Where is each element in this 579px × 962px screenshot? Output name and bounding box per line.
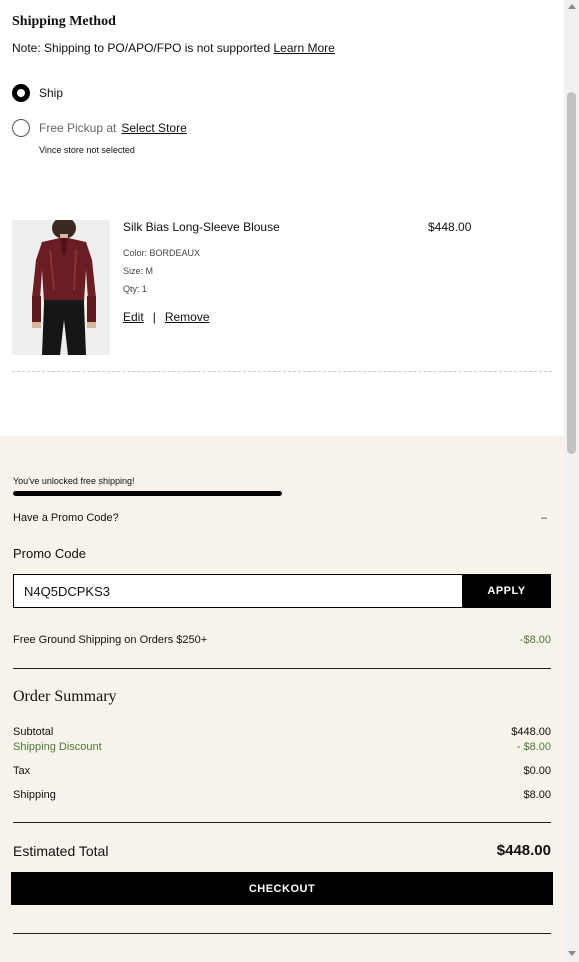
tax-row: Tax $0.00 (13, 765, 551, 777)
free-shipping-message: You've unlocked free shipping! (13, 476, 135, 486)
product-divider (12, 371, 552, 372)
product-size: Size: M (123, 266, 154, 276)
product-name[interactable]: Silk Bias Long-Sleeve Blouse (123, 220, 280, 234)
subtotal-value: $448.00 (511, 726, 551, 738)
subtotal-label: Subtotal (13, 726, 54, 738)
scroll-up-arrow-icon[interactable] (568, 4, 576, 9)
estimated-total-value: $448.00 (496, 842, 551, 859)
pickup-radio[interactable] (12, 119, 30, 137)
action-separator: | (152, 310, 156, 324)
scroll-thumb[interactable] (567, 92, 576, 454)
product-image[interactable] (12, 220, 110, 355)
ship-radio[interactable] (12, 84, 30, 102)
pickup-option-label: Free Pickup at (39, 121, 117, 135)
progress-fill (13, 491, 282, 496)
product-actions: Edit | Remove (123, 310, 210, 324)
free-shipping-progress (13, 491, 282, 496)
divider (13, 668, 551, 669)
learn-more-link[interactable]: Learn More (273, 41, 334, 55)
subtotal-row: Subtotal $448.00 (13, 726, 551, 738)
discount-value: - $8.00 (516, 741, 551, 753)
promo-code-input[interactable] (13, 574, 463, 608)
shipping-label: Shipping (13, 789, 56, 801)
tax-label: Tax (13, 765, 31, 777)
shipping-note-text: Note: Shipping to PO/APO/FPO is not supp… (12, 41, 271, 55)
discount-row: Shipping Discount - $8.00 (13, 741, 551, 753)
promo-code-label: Promo Code (13, 546, 86, 561)
apply-button[interactable]: APPLY (462, 574, 551, 608)
checkout-button[interactable]: CHECKOUT (11, 872, 553, 905)
product-color: Color: BORDEAUX (123, 248, 201, 258)
shipping-method-title: Shipping Method (12, 14, 116, 29)
divider (13, 822, 551, 823)
product-qty: Qty: 1 (123, 284, 148, 294)
applied-promo-amount: -$8.00 (519, 634, 551, 646)
collapse-minus-icon[interactable]: – (541, 512, 547, 524)
checkout-page: Shipping Method Note: Shipping to PO/APO… (0, 0, 564, 962)
applied-promo-name: Free Ground Shipping on Orders $250+ (13, 634, 208, 646)
pickup-option[interactable]: Free Pickup at Select Store (12, 119, 187, 137)
estimated-total-label: Estimated Total (13, 842, 109, 859)
ship-option-label: Ship (39, 86, 64, 100)
shipping-value: $8.00 (523, 789, 551, 801)
product-price: $448.00 (428, 220, 472, 234)
edit-link[interactable]: Edit (123, 310, 144, 324)
ship-option[interactable]: Ship (12, 84, 63, 102)
tax-value: $0.00 (523, 765, 551, 777)
vertical-scrollbar[interactable] (564, 0, 579, 962)
estimated-total-row: Estimated Total $448.00 (13, 842, 551, 859)
discount-label: Shipping Discount (13, 741, 102, 753)
shipping-note: Note: Shipping to PO/APO/FPO is not supp… (12, 41, 335, 55)
divider (13, 933, 551, 934)
store-status-note: Vince store not selected (39, 145, 135, 155)
blouse-model-image (12, 220, 110, 355)
scroll-down-arrow-icon[interactable] (568, 951, 576, 956)
shipping-row: Shipping $8.00 (13, 789, 551, 801)
promo-toggle[interactable]: Have a Promo Code? (13, 512, 119, 524)
applied-promo-row: Free Ground Shipping on Orders $250+ -$8… (13, 634, 551, 646)
remove-link[interactable]: Remove (165, 310, 210, 324)
select-store-link[interactable]: Select Store (121, 121, 186, 135)
order-summary-title: Order Summary (13, 688, 117, 705)
